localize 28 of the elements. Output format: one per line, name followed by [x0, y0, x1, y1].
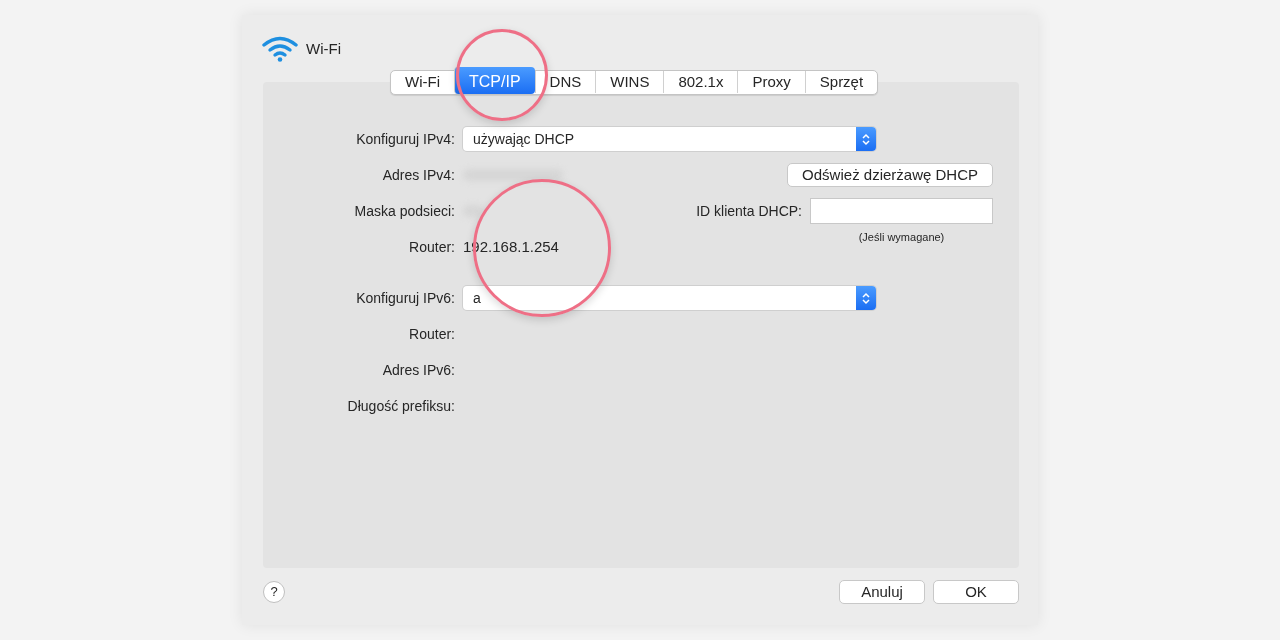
tab[interactable]: DNS	[534, 71, 596, 93]
hint-text: (Jeśli wymagane)	[857, 230, 946, 245]
dialog-button[interactable]: OK	[933, 580, 1019, 604]
tab[interactable]: WINS	[595, 71, 664, 93]
field-label: Router:	[408, 324, 456, 344]
tab[interactable]: Sprzęt	[804, 71, 878, 93]
field-label: Konfiguruj IPv6:	[355, 288, 456, 308]
tab[interactable]: Proxy	[737, 71, 805, 93]
tab[interactable]: Wi-Fi	[391, 71, 454, 93]
field-label: Router:	[408, 237, 456, 257]
field-label: Konfiguruj IPv4:	[355, 129, 456, 149]
field-label: Adres IPv4:	[381, 165, 456, 185]
window-title: Wi-Fi	[306, 38, 341, 59]
renew-button[interactable]: Odśwież dzierżawę DHCP	[787, 163, 993, 187]
wifi-icon	[262, 36, 298, 62]
field-label: Długość prefiksu:	[346, 396, 456, 416]
stepper-icon	[862, 291, 870, 305]
stepper-icon	[862, 132, 870, 146]
popup-menu[interactable]: używając DHCP	[463, 127, 876, 151]
field-label: ID klienta DHCP:	[696, 201, 802, 221]
field-label: Maska podsieci:	[353, 201, 456, 221]
tab[interactable]: TCP/IP	[454, 67, 535, 94]
popup-menu[interactable]: a	[463, 286, 876, 310]
field-label: Adres IPv6:	[381, 360, 456, 380]
tab[interactable]: 802.1x	[663, 71, 738, 93]
help-button[interactable]: ?	[263, 581, 285, 603]
input-field[interactable]	[810, 198, 993, 224]
dialog-button[interactable]: Anuluj	[839, 580, 925, 604]
